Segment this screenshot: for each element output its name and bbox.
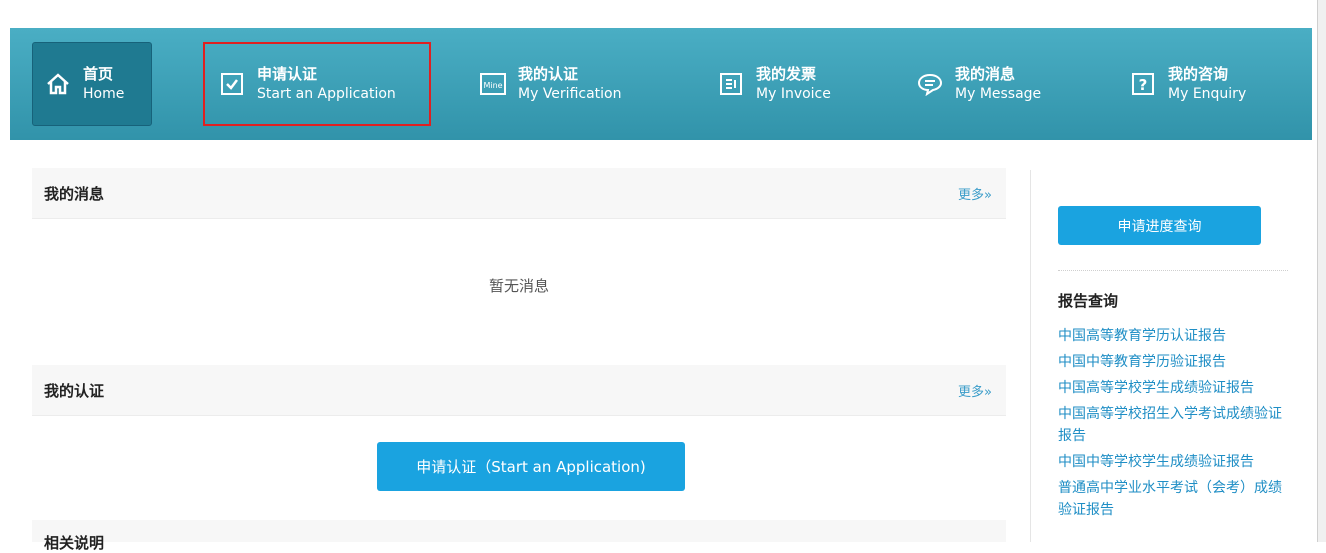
reports-title: 报告查询: [1058, 292, 1119, 310]
checkbox-icon: [219, 71, 245, 97]
report-link[interactable]: 普通高中学业水平考试（会考）成绩验证报告: [1058, 477, 1290, 521]
verification-panel-header: 我的认证 更多»: [32, 365, 1006, 416]
nav-start-application-en: Start an Application: [257, 85, 396, 102]
mine-icon: Mine: [480, 71, 506, 97]
question-icon: ?: [1130, 71, 1156, 97]
sidebar-divider: [1030, 170, 1031, 542]
messages-empty-text: 暂无消息: [488, 277, 549, 295]
nav-home[interactable]: 首页 Home: [32, 42, 152, 126]
start-application-button[interactable]: 申请认证（Start an Application): [377, 442, 685, 491]
invoice-icon: [718, 71, 744, 97]
messages-title: 我的消息: [44, 185, 105, 203]
messages-panel-header: 我的消息 更多»: [32, 168, 1006, 219]
nav-my-enquiry[interactable]: ? 我的咨询 My Enquiry: [1130, 42, 1290, 126]
window-frame-edge: [1317, 0, 1326, 542]
report-link[interactable]: 中国高等学校招生入学考试成绩验证报告: [1058, 403, 1290, 447]
verification-more-link[interactable]: 更多»: [958, 381, 992, 400]
nav-my-enquiry-en: My Enquiry: [1168, 85, 1247, 102]
next-panel-title: 相关说明: [44, 534, 105, 552]
verification-title: 我的认证: [44, 382, 105, 400]
nav-my-message-en: My Message: [955, 85, 1042, 102]
nav-my-invoice-en: My Invoice: [756, 85, 831, 102]
sidebar-separator: [1058, 270, 1288, 271]
nav-my-message-cn: 我的消息: [955, 65, 1016, 84]
sidebar: 申请进度查询 报告查询 中国高等教育学历认证报告 中国中等教育学历验证报告 中国…: [1030, 170, 1296, 542]
report-link[interactable]: 中国高等学校学生成绩验证报告: [1058, 377, 1290, 399]
report-link[interactable]: 中国中等教育学历验证报告: [1058, 351, 1290, 373]
report-link[interactable]: 中国中等学校学生成绩验证报告: [1058, 451, 1290, 473]
nav-home-cn: 首页: [83, 65, 114, 84]
messages-more-link[interactable]: 更多»: [958, 184, 992, 203]
nav-my-verification[interactable]: Mine 我的认证 My Verification: [480, 42, 650, 126]
nav-my-invoice[interactable]: 我的发票 My Invoice: [718, 42, 868, 126]
nav-my-invoice-cn: 我的发票: [756, 65, 817, 84]
mine-icon-text: Mine: [483, 81, 502, 90]
nav-my-verification-cn: 我的认证: [518, 65, 579, 84]
main-nav: 首页 Home 申请认证 Start an Application Mine 我…: [10, 28, 1312, 140]
svg-text:?: ?: [1139, 76, 1148, 94]
nav-home-en: Home: [83, 85, 125, 102]
nav-my-enquiry-cn: 我的咨询: [1168, 65, 1229, 84]
nav-start-application-cn: 申请认证: [257, 65, 318, 84]
report-list: 中国高等教育学历认证报告 中国中等教育学历验证报告 中国高等学校学生成绩验证报告…: [1058, 325, 1290, 525]
nav-my-message[interactable]: 我的消息 My Message: [917, 42, 1077, 126]
next-panel-header: 相关说明: [32, 520, 1006, 552]
nav-start-application[interactable]: 申请认证 Start an Application: [203, 42, 431, 126]
progress-query-button[interactable]: 申请进度查询: [1058, 206, 1261, 245]
report-link[interactable]: 中国高等教育学历认证报告: [1058, 325, 1290, 347]
home-icon: [45, 71, 71, 97]
message-icon: [917, 71, 943, 97]
nav-my-verification-en: My Verification: [518, 85, 622, 102]
